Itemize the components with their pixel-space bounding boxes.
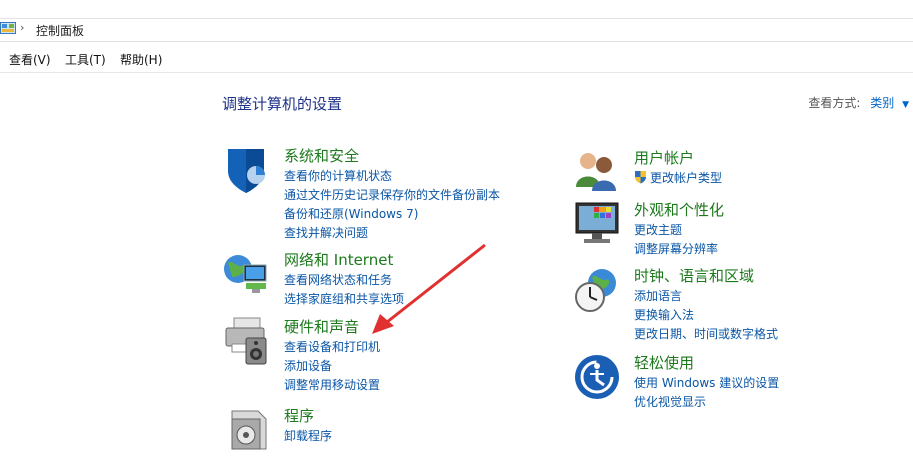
link-date-time-format[interactable]: 更改日期、时间或数字格式 (634, 325, 778, 344)
category-title-programs[interactable]: 程序 (284, 405, 314, 426)
category-system-security: 系统和安全 查看你的计算机状态 通过文件历史记录保存你的文件备份副本 备份和还原… (222, 145, 542, 240)
category-links: 更改主题 调整屏幕分辨率 (634, 221, 718, 259)
link-add-device[interactable]: 添加设备 (284, 357, 380, 376)
link-change-theme[interactable]: 更改主题 (634, 221, 718, 240)
link-windows-suggested-settings[interactable]: 使用 Windows 建议的设置 (634, 374, 779, 393)
page-title: 调整计算机的设置 (222, 95, 343, 113)
category-title-appearance[interactable]: 外观和个性化 (634, 199, 724, 220)
breadcrumb-separator: › (20, 21, 25, 34)
category-links: 卸载程序 (284, 427, 332, 446)
menu-view[interactable]: 查看(V) (9, 51, 51, 68)
link-screen-resolution[interactable]: 调整屏幕分辨率 (634, 240, 718, 259)
link-change-account-type[interactable]: 更改帐户类型 (634, 169, 722, 188)
category-title-ease-of-access[interactable]: 轻松使用 (634, 352, 694, 373)
category-title-user-accounts[interactable]: 用户帐户 (634, 147, 694, 168)
title-strip (0, 0, 913, 19)
link-mobility-settings[interactable]: 调整常用移动设置 (284, 376, 380, 395)
category-links: 更改帐户类型 (634, 169, 722, 188)
category-links: 查看设备和打印机 添加设备 调整常用移动设置 (284, 338, 380, 395)
category-appearance: 外观和个性化 更改主题 调整屏幕分辨率 (572, 199, 902, 259)
category-programs: 程序 卸载程序 (222, 405, 542, 455)
link-change-account-type-label: 更改帐户类型 (650, 171, 723, 185)
display-color-icon[interactable] (572, 199, 622, 249)
view-by-label: 查看方式: (808, 96, 861, 110)
ease-of-access-icon[interactable] (572, 352, 622, 402)
link-devices-printers[interactable]: 查看设备和打印机 (284, 338, 380, 357)
link-optimize-visual-display[interactable]: 优化视觉显示 (634, 393, 779, 412)
uac-shield-icon (635, 171, 646, 184)
view-by-dropdown[interactable]: 类别 (870, 96, 894, 110)
category-title-hardware-sound[interactable]: 硬件和声音 (284, 316, 359, 337)
menu-bar: 查看(V) 工具(T) 帮助(H) (0, 42, 913, 73)
clock-globe-icon[interactable] (572, 265, 622, 315)
programs-box-icon[interactable] (222, 405, 272, 455)
link-uninstall-program[interactable]: 卸载程序 (284, 427, 332, 446)
link-backup-restore[interactable]: 备份和还原(Windows 7) (284, 205, 500, 224)
link-check-computer-status[interactable]: 查看你的计算机状态 (284, 167, 500, 186)
category-title-system-security[interactable]: 系统和安全 (284, 145, 359, 166)
annotation-arrow (372, 243, 486, 334)
view-by: 查看方式: 类别 ▼ (808, 94, 909, 111)
category-links: 添加语言 更换输入法 更改日期、时间或数字格式 (634, 287, 778, 344)
link-add-language[interactable]: 添加语言 (634, 287, 778, 306)
category-user-accounts: 用户帐户 更改帐户类型 (572, 147, 902, 192)
address-bar[interactable]: › 控制面板 (0, 19, 913, 42)
menu-help[interactable]: 帮助(H) (120, 51, 162, 68)
category-links: 查看你的计算机状态 通过文件历史记录保存你的文件备份副本 备份和还原(Windo… (284, 167, 500, 243)
category-title-clock-language-region[interactable]: 时钟、语言和区域 (634, 265, 754, 286)
control-panel-icon (0, 22, 16, 34)
category-clock-language-region: 时钟、语言和区域 添加语言 更换输入法 更改日期、时间或数字格式 (572, 265, 902, 345)
chevron-down-icon[interactable]: ▼ (902, 100, 909, 110)
link-file-history-backup[interactable]: 通过文件历史记录保存你的文件备份副本 (284, 186, 500, 205)
network-globe-icon[interactable] (222, 249, 272, 299)
menu-tools[interactable]: 工具(T) (65, 51, 106, 68)
security-shield-icon[interactable] (222, 145, 272, 195)
printer-speaker-icon[interactable] (222, 316, 272, 366)
breadcrumb-control-panel[interactable]: 控制面板 (36, 22, 84, 39)
users-icon[interactable] (572, 147, 622, 197)
category-ease-of-access: 轻松使用 使用 Windows 建议的设置 优化视觉显示 (572, 352, 902, 412)
link-change-input-method[interactable]: 更换输入法 (634, 306, 778, 325)
category-links: 使用 Windows 建议的设置 优化视觉显示 (634, 374, 779, 412)
